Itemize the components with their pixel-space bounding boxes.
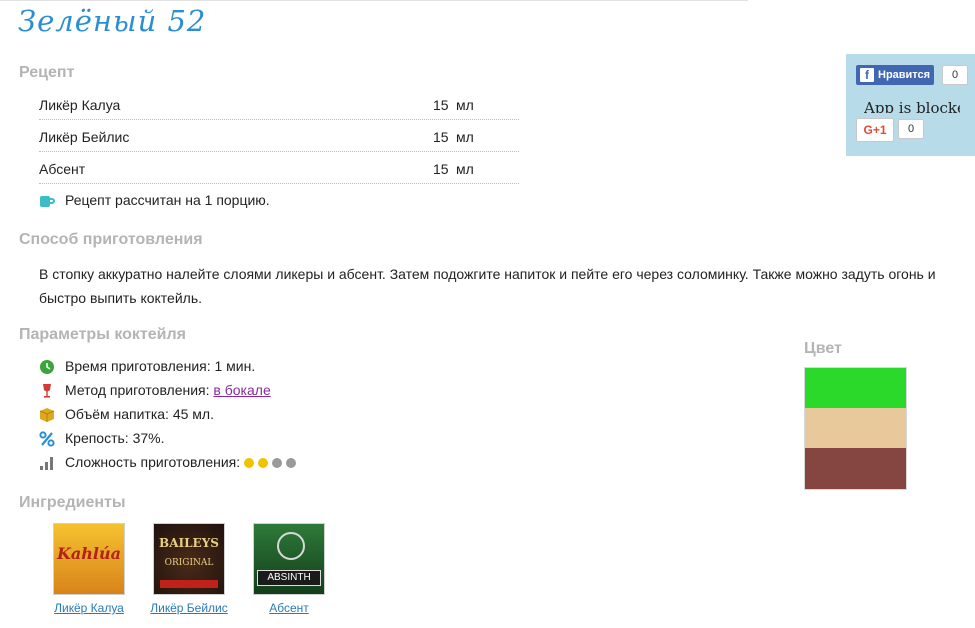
ingredients-heading: Ингредиенты bbox=[19, 494, 126, 511]
color-swatch-stack bbox=[804, 367, 907, 490]
baileys-logo: BAILEYS bbox=[159, 536, 219, 550]
recipe-row: Ликёр Калуа 15 мл bbox=[39, 94, 519, 120]
difficulty-dot bbox=[244, 458, 255, 468]
difficulty-rating bbox=[244, 454, 300, 470]
preparation-text: В стопку аккуратно налейте слоями ликеры… bbox=[39, 266, 936, 306]
kahlua-image[interactable]: Kahlúa bbox=[53, 523, 125, 595]
wine-glass-icon bbox=[43, 384, 51, 398]
percent-icon bbox=[39, 431, 55, 447]
ingredient-name: Ликёр Калуа bbox=[39, 97, 121, 113]
baileys-image[interactable]: BAILEYS ORIGINAL bbox=[153, 523, 225, 595]
method-link[interactable]: в бокале bbox=[213, 382, 270, 398]
facebook-like-count: 0 bbox=[942, 65, 968, 85]
portion-text: Рецепт рассчитан на 1 порцию. bbox=[65, 192, 270, 208]
social-widget: f Нравится 0 App is blocked G+1 0 bbox=[846, 54, 975, 156]
facebook-like-button[interactable]: f Нравится bbox=[856, 65, 934, 85]
box-icon bbox=[39, 408, 55, 422]
volume-text: Объём напитка: 45 мл. bbox=[65, 406, 214, 422]
method-label: Метод приготовления: bbox=[65, 382, 214, 398]
ingredient-amount: 15 bbox=[433, 97, 449, 113]
page-title: Зелёный 52 bbox=[18, 4, 207, 38]
gplus-button[interactable]: G+1 bbox=[856, 118, 894, 142]
time-text: Время приготовления: 1 мин. bbox=[65, 358, 256, 374]
color-swatch bbox=[805, 368, 906, 408]
strength-text: Крепость: 37%. bbox=[65, 430, 165, 446]
recipe-row: Абсент 15 мл bbox=[39, 158, 519, 184]
absinth-logo: ABSINTH bbox=[257, 570, 321, 586]
bars-icon bbox=[40, 457, 53, 470]
gplus-count: 0 bbox=[898, 119, 924, 139]
preparation-heading: Способ приготовления bbox=[19, 231, 203, 248]
mug-icon bbox=[40, 196, 55, 207]
color-heading: Цвет bbox=[804, 340, 842, 357]
facebook-icon: f bbox=[860, 68, 874, 82]
difficulty-dot bbox=[258, 458, 269, 468]
difficulty-label: Сложность приготовления: bbox=[65, 454, 241, 470]
kahlua-logo: Kahlúa bbox=[57, 544, 121, 563]
method-line: Метод приготовления: в бокале bbox=[65, 382, 271, 398]
ingredient-link-absinth[interactable]: Абсент bbox=[244, 601, 334, 615]
ingredient-unit: мл bbox=[456, 129, 474, 145]
blocked-app-notice: App is blocked bbox=[864, 99, 960, 113]
ingredient-unit: мл bbox=[456, 161, 474, 177]
ingredient-name: Абсент bbox=[39, 161, 86, 177]
recipe-heading: Рецепт bbox=[19, 64, 75, 81]
ingredient-link-kahlua[interactable]: Ликёр Калуа bbox=[44, 601, 134, 615]
top-divider bbox=[0, 0, 748, 1]
facebook-like-label: Нравится bbox=[878, 69, 931, 81]
color-swatch bbox=[805, 448, 906, 489]
difficulty-dot bbox=[286, 458, 297, 468]
difficulty-dot bbox=[272, 458, 283, 468]
ingredient-name: Ликёр Бейлис bbox=[39, 129, 130, 145]
absinth-image[interactable]: ABSINTH bbox=[253, 523, 325, 595]
ingredient-unit: мл bbox=[456, 97, 474, 113]
color-swatch bbox=[805, 408, 906, 448]
baileys-band bbox=[160, 580, 218, 588]
clock-icon bbox=[40, 360, 54, 374]
ingredient-amount: 15 bbox=[433, 129, 449, 145]
ingredient-link-baileys[interactable]: Ликёр Бейлис bbox=[144, 601, 234, 615]
absinth-emblem bbox=[277, 532, 305, 560]
baileys-sub: ORIGINAL bbox=[164, 558, 214, 568]
difficulty-line: Сложность приготовления: bbox=[65, 454, 300, 470]
params-heading: Параметры коктейля bbox=[19, 326, 186, 343]
recipe-row: Ликёр Бейлис 15 мл bbox=[39, 126, 519, 152]
ingredient-amount: 15 bbox=[433, 161, 449, 177]
